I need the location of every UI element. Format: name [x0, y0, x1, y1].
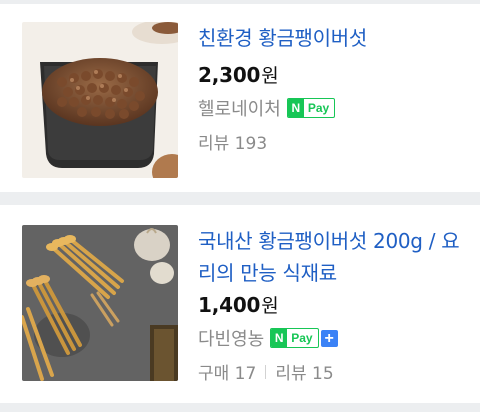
product-title[interactable]: 친환경 황금팽이버섯	[198, 22, 462, 54]
npay-label: Pay	[307, 101, 330, 115]
price-currency: 원	[261, 65, 279, 87]
product-price: 1,400원	[198, 291, 279, 318]
purchase-count: 구매 17	[198, 364, 257, 384]
product-card[interactable]: 국내산 황금팽이버섯 200g / 요리의 만능 식재료 1,400원 다빈영농…	[0, 205, 480, 403]
seller-name[interactable]: 다빈영농	[198, 325, 264, 351]
review-count[interactable]: 리뷰 193	[198, 129, 267, 154]
npay-plus-icon: +	[320, 329, 338, 347]
product-image[interactable]	[22, 22, 178, 178]
meta-divider	[265, 364, 267, 379]
npay-badge: N Pay	[286, 98, 336, 118]
product-card[interactable]: 친환경 황금팽이버섯 2,300원 헬로네이처 N Pay 리뷰 193	[0, 4, 480, 192]
npay-label: Pay	[291, 331, 313, 345]
npay-badge: N Pay	[270, 328, 319, 348]
product-title[interactable]: 국내산 황금팽이버섯 200g / 요리의 만능 식재료	[198, 225, 462, 289]
price-value: 2,300	[198, 63, 261, 87]
price-currency: 원	[261, 295, 279, 317]
product-image[interactable]	[22, 225, 178, 381]
meta-row: 리뷰 193	[198, 129, 267, 154]
review-count[interactable]: 리뷰 15	[275, 359, 333, 384]
price-value: 1,400	[198, 293, 261, 317]
seller-row: 헬로네이처 N Pay	[198, 95, 336, 121]
seller-name[interactable]: 헬로네이처	[198, 95, 281, 121]
product-price: 2,300원	[198, 61, 279, 88]
meta-row: 구매 17 리뷰 15	[198, 359, 334, 384]
npay-n-icon: N	[287, 99, 304, 117]
seller-row: 다빈영농 N Pay +	[198, 325, 338, 351]
npay-n-icon: N	[271, 329, 288, 347]
